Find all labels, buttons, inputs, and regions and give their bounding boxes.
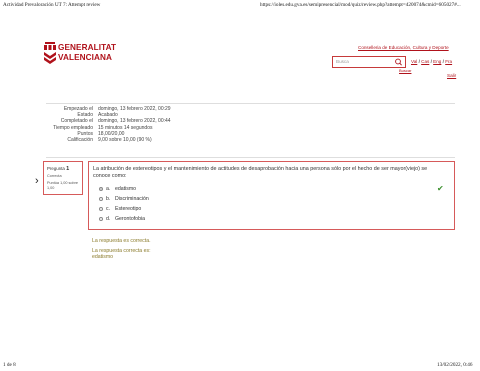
search-icon[interactable] [392, 57, 404, 67]
print-page-number: 1 de 8 [3, 362, 16, 368]
answer-option-b[interactable]: b. Discriminación [99, 196, 149, 202]
answer-text: Gerontofobia [115, 216, 145, 222]
question-text: La atribución de estereotipos y el mante… [93, 166, 428, 179]
summary-bottom-divider [46, 157, 455, 158]
summary-value: domingo, 13 febrero 2022, 00:44 [98, 118, 171, 125]
question-points: Puntúa 1,00 sobre 1,00 [47, 181, 79, 190]
logo-line1: GENERALITAT [58, 43, 117, 52]
answer-option-d[interactable]: d. Gerontofobia [99, 216, 145, 222]
radio-icon[interactable] [99, 216, 103, 221]
answer-text: Estereotipo [115, 206, 142, 212]
generalitat-emblem-icon [44, 42, 56, 64]
radio-icon[interactable] [99, 196, 103, 201]
question-label: Pregunta [47, 166, 65, 171]
question-state: Correcta [47, 174, 62, 178]
answer-option-c[interactable]: c. Estereotipo [99, 206, 141, 212]
answer-text: edatismo [115, 186, 137, 192]
answer-letter: a. [106, 186, 111, 192]
question-info-panel: Pregunta 1 Correcta Puntúa 1,00 sobre 1,… [43, 161, 83, 195]
search-box[interactable]: Busca [332, 56, 406, 68]
logo-line2: VALENCIANA [58, 52, 113, 62]
answer-option-a[interactable]: a. edatismo [99, 186, 136, 192]
question-number: 1 [66, 166, 70, 172]
logout-link[interactable]: Salir [447, 73, 456, 78]
chevron-right-icon[interactable]: › [35, 176, 39, 187]
answer-text: Discriminación [115, 196, 149, 202]
question-content: La atribución de estereotipos y el mante… [88, 161, 455, 230]
summary-value: 9,00 sobre 10,00 (90 %) [98, 137, 152, 144]
answer-letter: b. [106, 196, 111, 202]
summary-label: Tiempo empleado [53, 124, 93, 131]
language-links: Val / Cas / Eng / Fra [411, 59, 453, 64]
answer-letter: c. [106, 206, 111, 212]
feedback-correct-answer: edatismo [92, 254, 114, 260]
radio-selected-icon[interactable] [99, 186, 103, 191]
summary-top-divider [46, 103, 455, 104]
feedback-result: La respuesta es correcta. [92, 238, 151, 244]
print-datetime: 13/02/2022, 0:46 [437, 362, 473, 368]
search-button-label[interactable]: Buscar [399, 68, 411, 73]
generalitat-logo[interactable]: GENERALITAT VALENCIANA [44, 42, 144, 66]
ministry-link[interactable]: Conselleria de Educación, Cultura y Depo… [358, 45, 449, 50]
summary-row: Calificación 9,00 sobre 10,00 (90 %) [46, 137, 172, 143]
answer-letter: d. [106, 216, 111, 222]
attempt-summary-table: Empezado el domingo, 13 febrero 2022, 00:… [46, 106, 172, 143]
search-input[interactable]: Busca [336, 59, 349, 64]
summary-row: Completado el domingo, 13 febrero 2022, 0… [46, 118, 172, 124]
lang-link-fra[interactable]: Fra [445, 59, 452, 64]
radio-icon[interactable] [99, 206, 103, 211]
print-page-title: Actividad Prevaloración UT 7: Attempt re… [3, 2, 101, 8]
summary-label: Calificación [67, 137, 93, 144]
correct-check-icon: ✔ [437, 184, 444, 193]
print-page-url: https://ioles.edu.gva.es/semipresencial/… [260, 2, 461, 8]
